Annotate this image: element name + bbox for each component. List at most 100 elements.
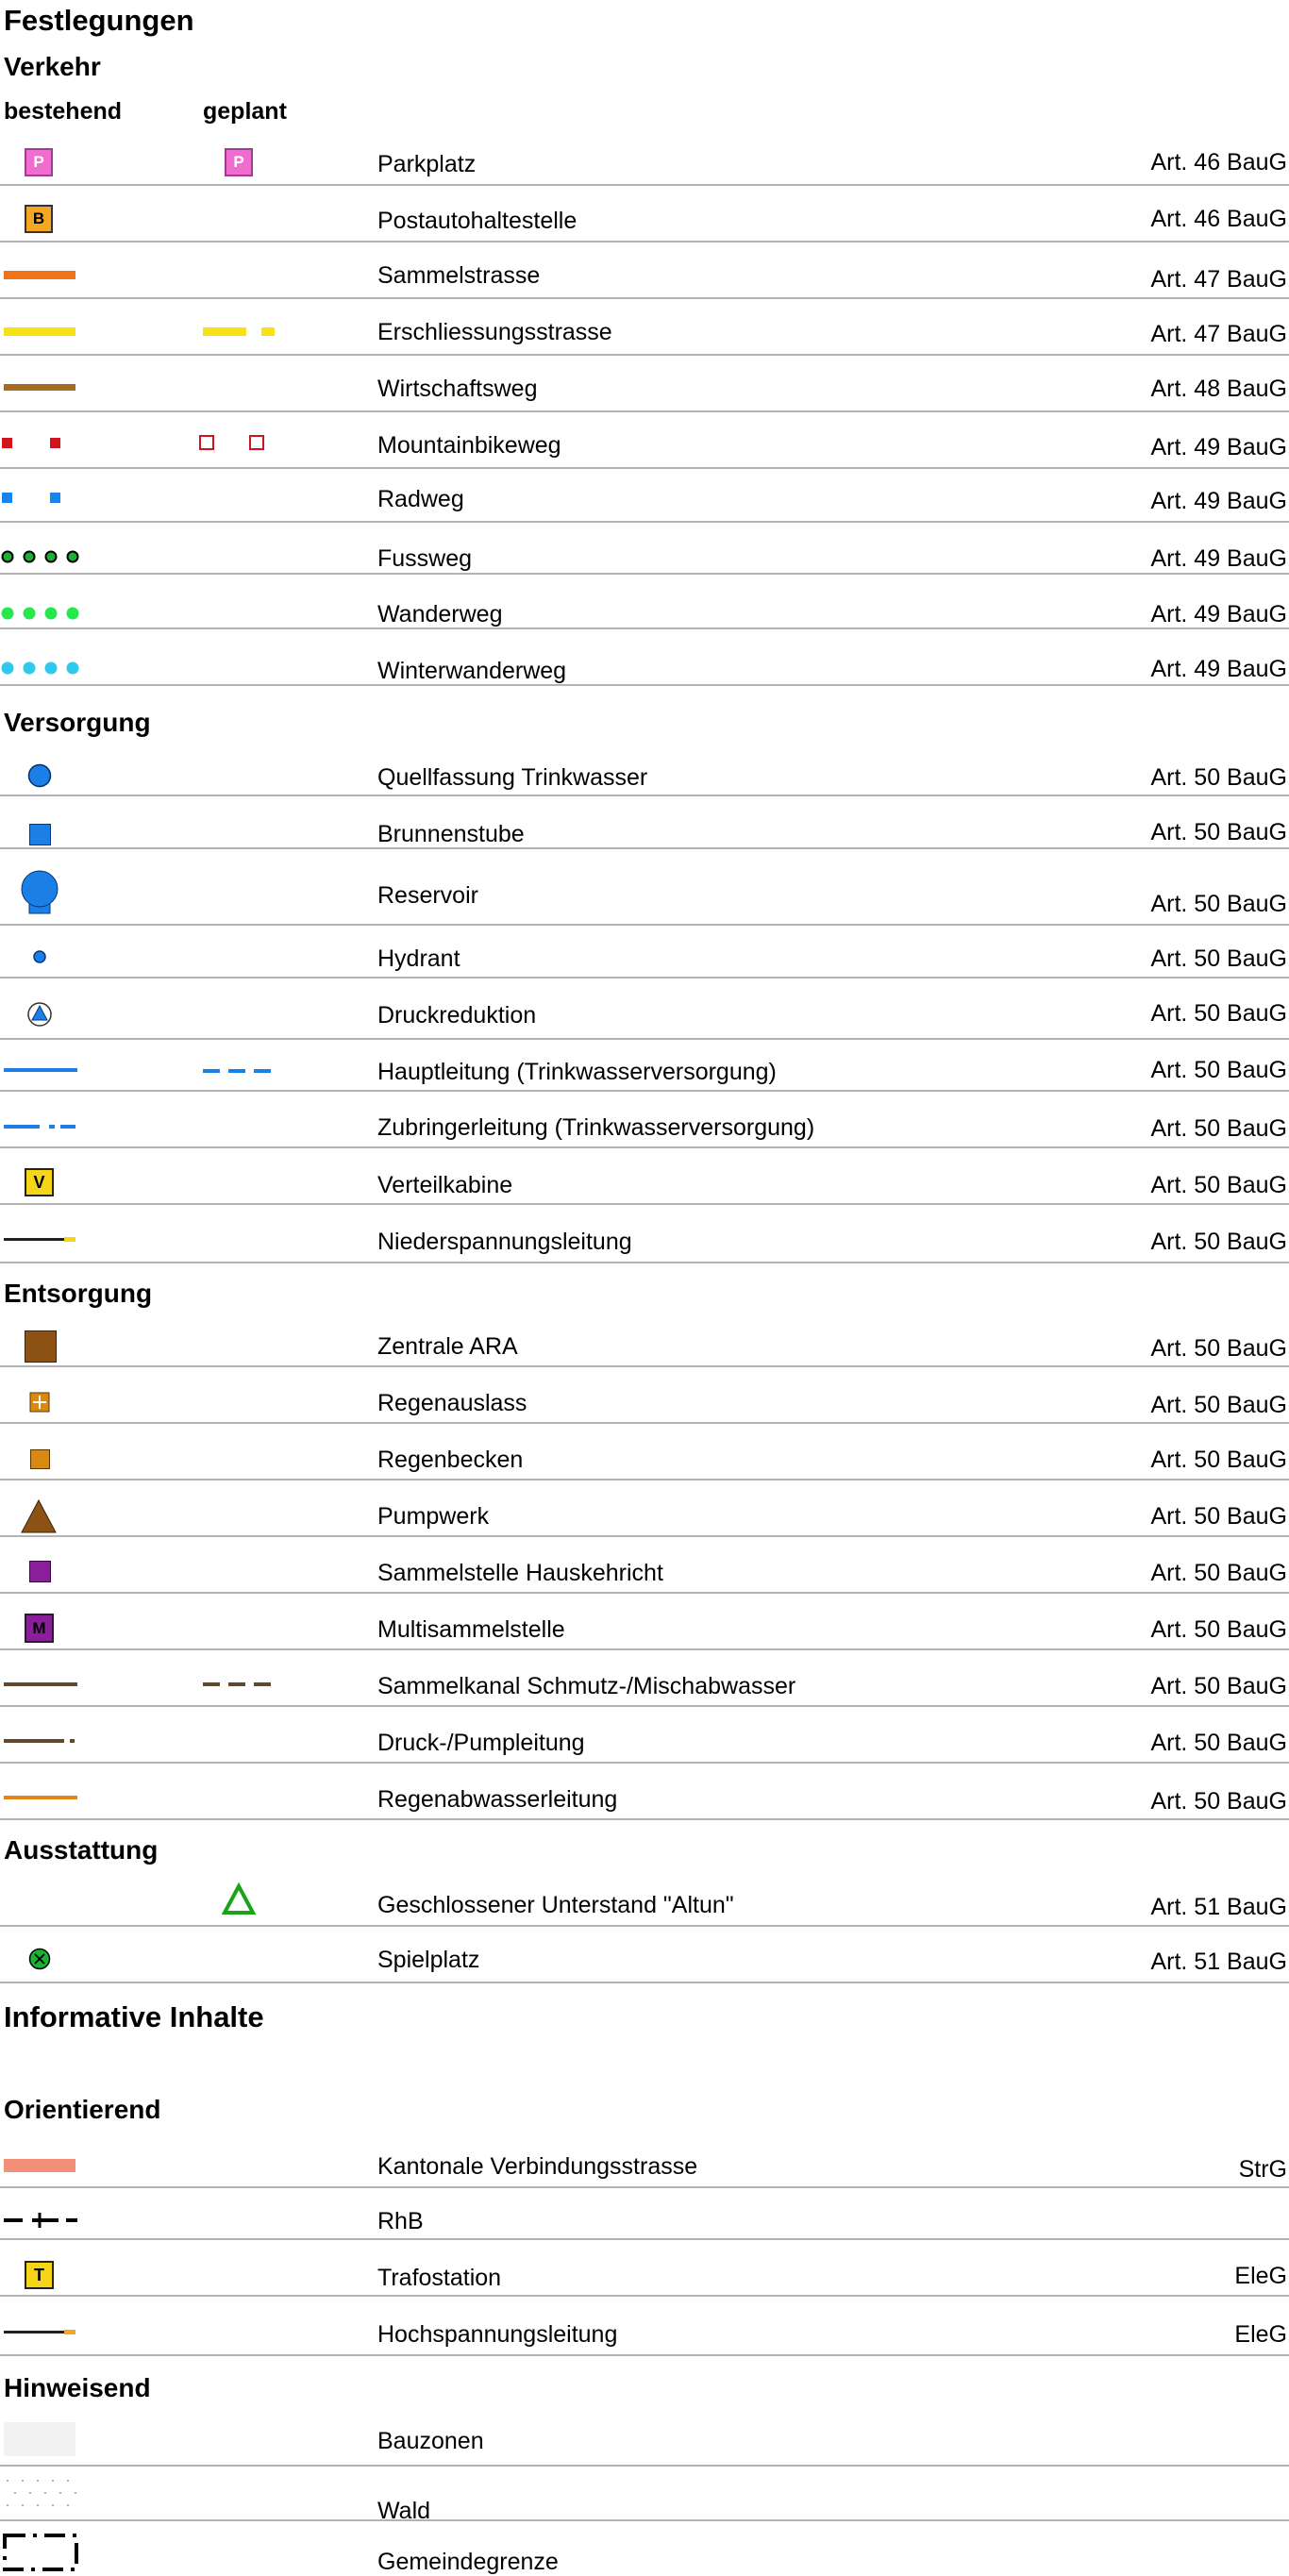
row-divider — [0, 1818, 1289, 1820]
legend-reference: Art. 50 BauG — [1150, 1673, 1287, 1699]
pressure-pipe-line — [4, 1739, 64, 1743]
hiking-trail-dots — [1, 607, 79, 620]
winter-trail-dots — [1, 661, 79, 675]
farm-road-line — [4, 384, 75, 391]
legend-reference: Art. 50 BauG — [1150, 1057, 1287, 1083]
row-divider — [0, 1479, 1289, 1480]
row-divider — [0, 2519, 1289, 2521]
mountainbike-square-icon — [2, 438, 12, 448]
playground-icon — [28, 1948, 51, 1970]
legend-label: Gemeindegrenze — [377, 2549, 559, 2575]
column-geplant: geplant — [203, 98, 287, 125]
row-divider — [0, 354, 1289, 356]
row-divider — [0, 627, 1289, 629]
legend-reference: Art. 49 BauG — [1150, 545, 1287, 572]
legend-label: Wanderweg — [377, 601, 503, 627]
legend-reference: Art. 49 BauG — [1150, 601, 1287, 627]
legend-reference: Art. 50 BauG — [1150, 1788, 1287, 1815]
cantonal-road-line — [4, 2159, 75, 2172]
legend-label: Brunnenstube — [377, 821, 525, 847]
access-road-line — [4, 327, 75, 336]
feeder-water-line — [4, 1125, 75, 1129]
footpath-dots — [1, 550, 79, 563]
row-divider — [0, 1925, 1289, 1927]
access-road-planned-dash — [203, 327, 246, 336]
legend-reference: Art. 51 BauG — [1150, 1949, 1287, 1975]
legend-label: Druck-/Pumpleitung — [377, 1730, 585, 1756]
legend-label: Verteilkabine — [377, 1172, 513, 1198]
sewer-line — [4, 1682, 77, 1686]
legend-reference: EleG — [1234, 2263, 1287, 2289]
row-divider — [0, 847, 1289, 849]
row-divider — [0, 1705, 1289, 1707]
row-divider — [0, 1982, 1289, 1983]
high-voltage-line-end — [64, 2330, 75, 2334]
row-divider — [0, 1535, 1289, 1537]
pressure-reduction-icon — [27, 1002, 52, 1027]
legend-reference: Art. 50 BauG — [1150, 1115, 1287, 1142]
legend-reference: Art. 47 BauG — [1150, 321, 1287, 347]
legend-label: Parkplatz — [377, 151, 477, 177]
row-divider — [0, 2186, 1289, 2188]
row-divider — [0, 1762, 1289, 1764]
legend-label: Wirtschaftsweg — [377, 376, 538, 402]
legend-reference: Art. 49 BauG — [1150, 434, 1287, 460]
legend-reference: Art. 50 BauG — [1150, 1172, 1287, 1198]
multi-collection-icon: M — [25, 1614, 54, 1643]
building-zone-fill — [4, 2422, 75, 2456]
legend-reference: EleG — [1234, 2321, 1287, 2348]
legend-label: Zubringerleitung (Trinkwasserversorgung) — [377, 1114, 815, 1141]
legend-label: Sammelstrasse — [377, 262, 541, 289]
legend-label: Radweg — [377, 486, 464, 512]
legend-reference: Art. 50 BauG — [1150, 945, 1287, 972]
legend-label: Regenbecken — [377, 1447, 524, 1473]
legend-reference: Art. 49 BauG — [1150, 488, 1287, 514]
row-divider — [0, 2465, 1289, 2467]
row-divider — [0, 684, 1289, 686]
access-road-planned-dash — [261, 327, 275, 336]
legend-label: Trafostation — [377, 2265, 502, 2291]
row-divider — [0, 1648, 1289, 1650]
legend-label: Hochspannungsleitung — [377, 2321, 618, 2348]
legend-reference: Art. 50 BauG — [1150, 1447, 1287, 1473]
low-voltage-line-end — [64, 1237, 75, 1242]
row-divider — [0, 241, 1289, 243]
storm-basin-icon — [30, 1449, 50, 1469]
legend-reference: Art. 50 BauG — [1150, 1335, 1287, 1362]
legend-label: Quellfassung Trinkwasser — [377, 764, 648, 791]
legend-reference: Art. 46 BauG — [1150, 206, 1287, 232]
legend-reference: Art. 50 BauG — [1150, 819, 1287, 845]
section-informative: Informative Inhalte — [4, 2000, 264, 2033]
section-ausstattung: Ausstattung — [4, 1835, 159, 1865]
row-divider — [0, 1146, 1289, 1148]
stormwater-line — [4, 1796, 77, 1799]
legend-label: Bauzonen — [377, 2428, 484, 2454]
row-divider — [0, 297, 1289, 299]
distribution-cabinet-icon: V — [25, 1168, 54, 1196]
legend-label: Sammelkanal Schmutz-/Mischabwasser — [377, 1673, 796, 1699]
mountainbike-planned-icon — [199, 435, 214, 450]
row-divider — [0, 1038, 1289, 1040]
legend-label: Geschlossener Unterstand "Altun" — [377, 1892, 734, 1918]
legend-reference: Art. 48 BauG — [1150, 376, 1287, 402]
legend-label: Druckreduktion — [377, 1002, 537, 1029]
legend-label: Regenabwasserleitung — [377, 1786, 618, 1813]
transformer-icon: T — [25, 2261, 54, 2289]
row-divider — [0, 2295, 1289, 2297]
legend-reference: Art. 50 BauG — [1150, 891, 1287, 917]
legend-label: Fussweg — [377, 545, 473, 572]
legend-reference: Art. 50 BauG — [1150, 1560, 1287, 1586]
legend-label: Spielplatz — [377, 1947, 480, 1973]
legend-label: Erschliessungsstrasse — [377, 319, 612, 345]
main-water-line — [4, 1068, 77, 1072]
legend-reference: Art. 49 BauG — [1150, 656, 1287, 682]
legend-reference: Art. 50 BauG — [1150, 1229, 1287, 1255]
legend-label: Mountainbikeweg — [377, 432, 561, 459]
bike-square-icon — [50, 493, 60, 503]
legend-label: Reservoir — [377, 882, 478, 909]
legend-label: Multisammelstelle — [377, 1616, 565, 1643]
section-orientierend: Orientierend — [4, 2095, 161, 2124]
legend-label: RhB — [377, 2208, 424, 2234]
waste-collection-icon — [29, 1561, 51, 1582]
row-divider — [0, 410, 1289, 412]
